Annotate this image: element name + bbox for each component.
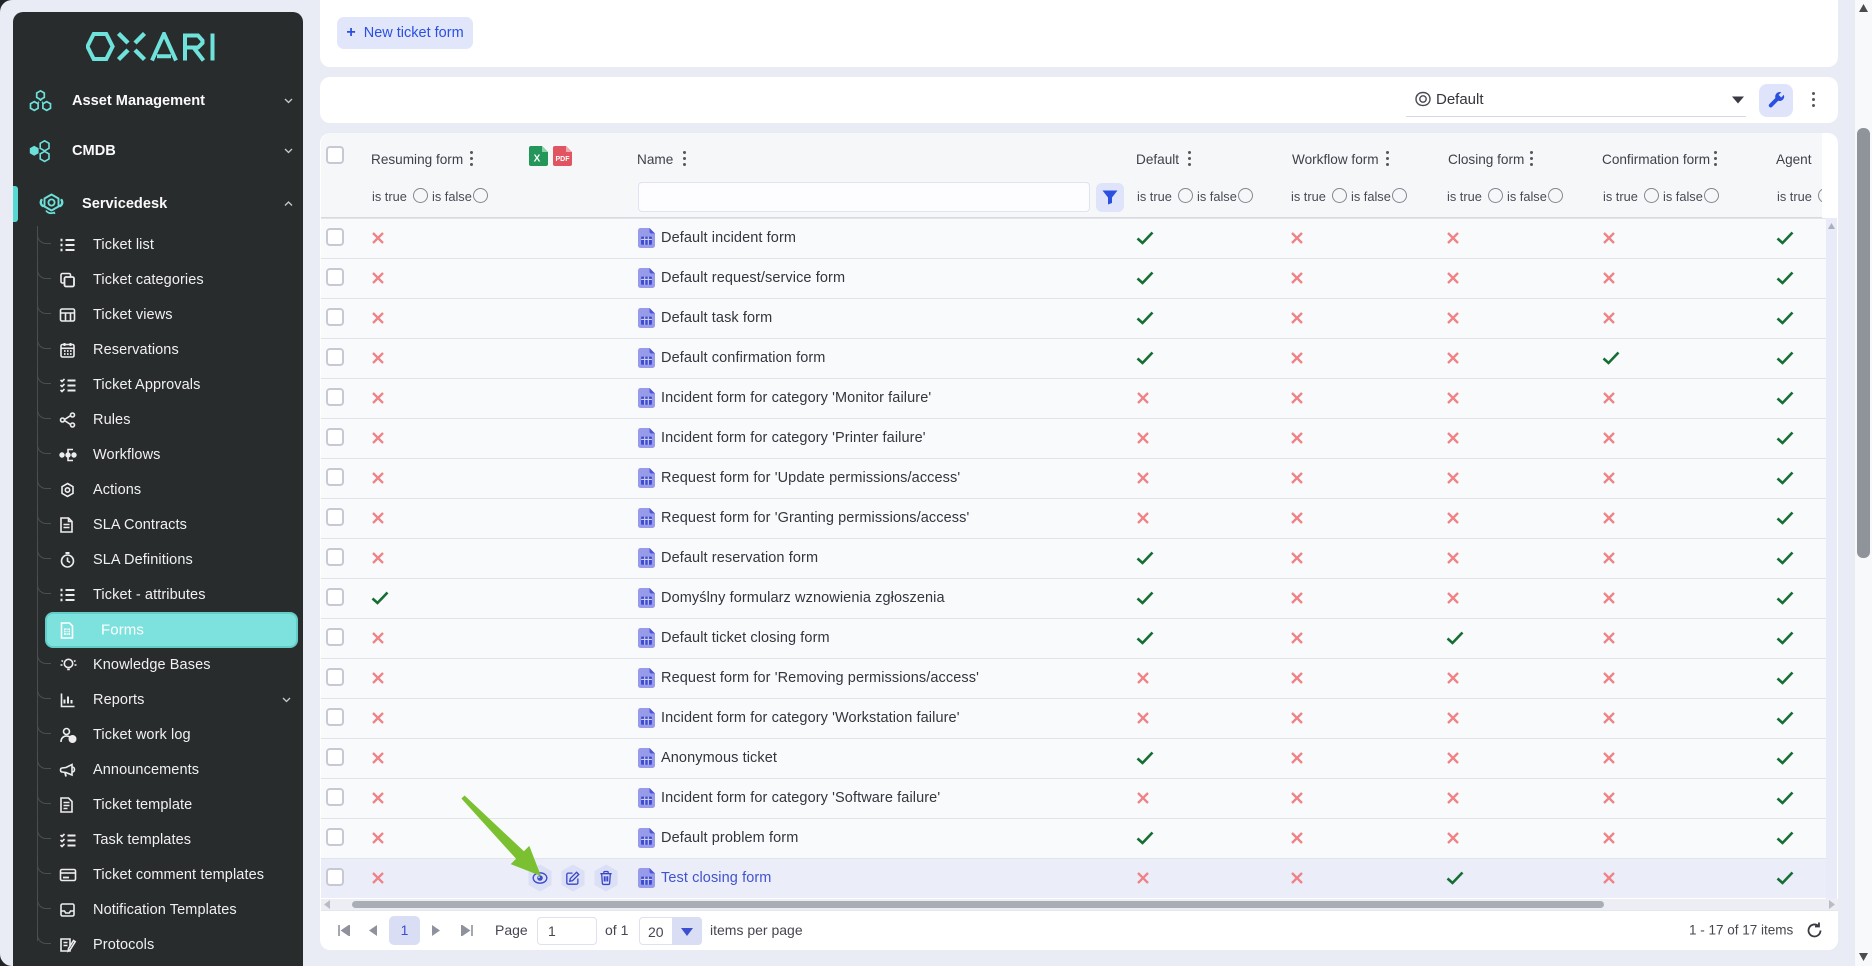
svg-text:X: X (534, 154, 541, 165)
svg-text:PDF: PDF (556, 156, 571, 163)
